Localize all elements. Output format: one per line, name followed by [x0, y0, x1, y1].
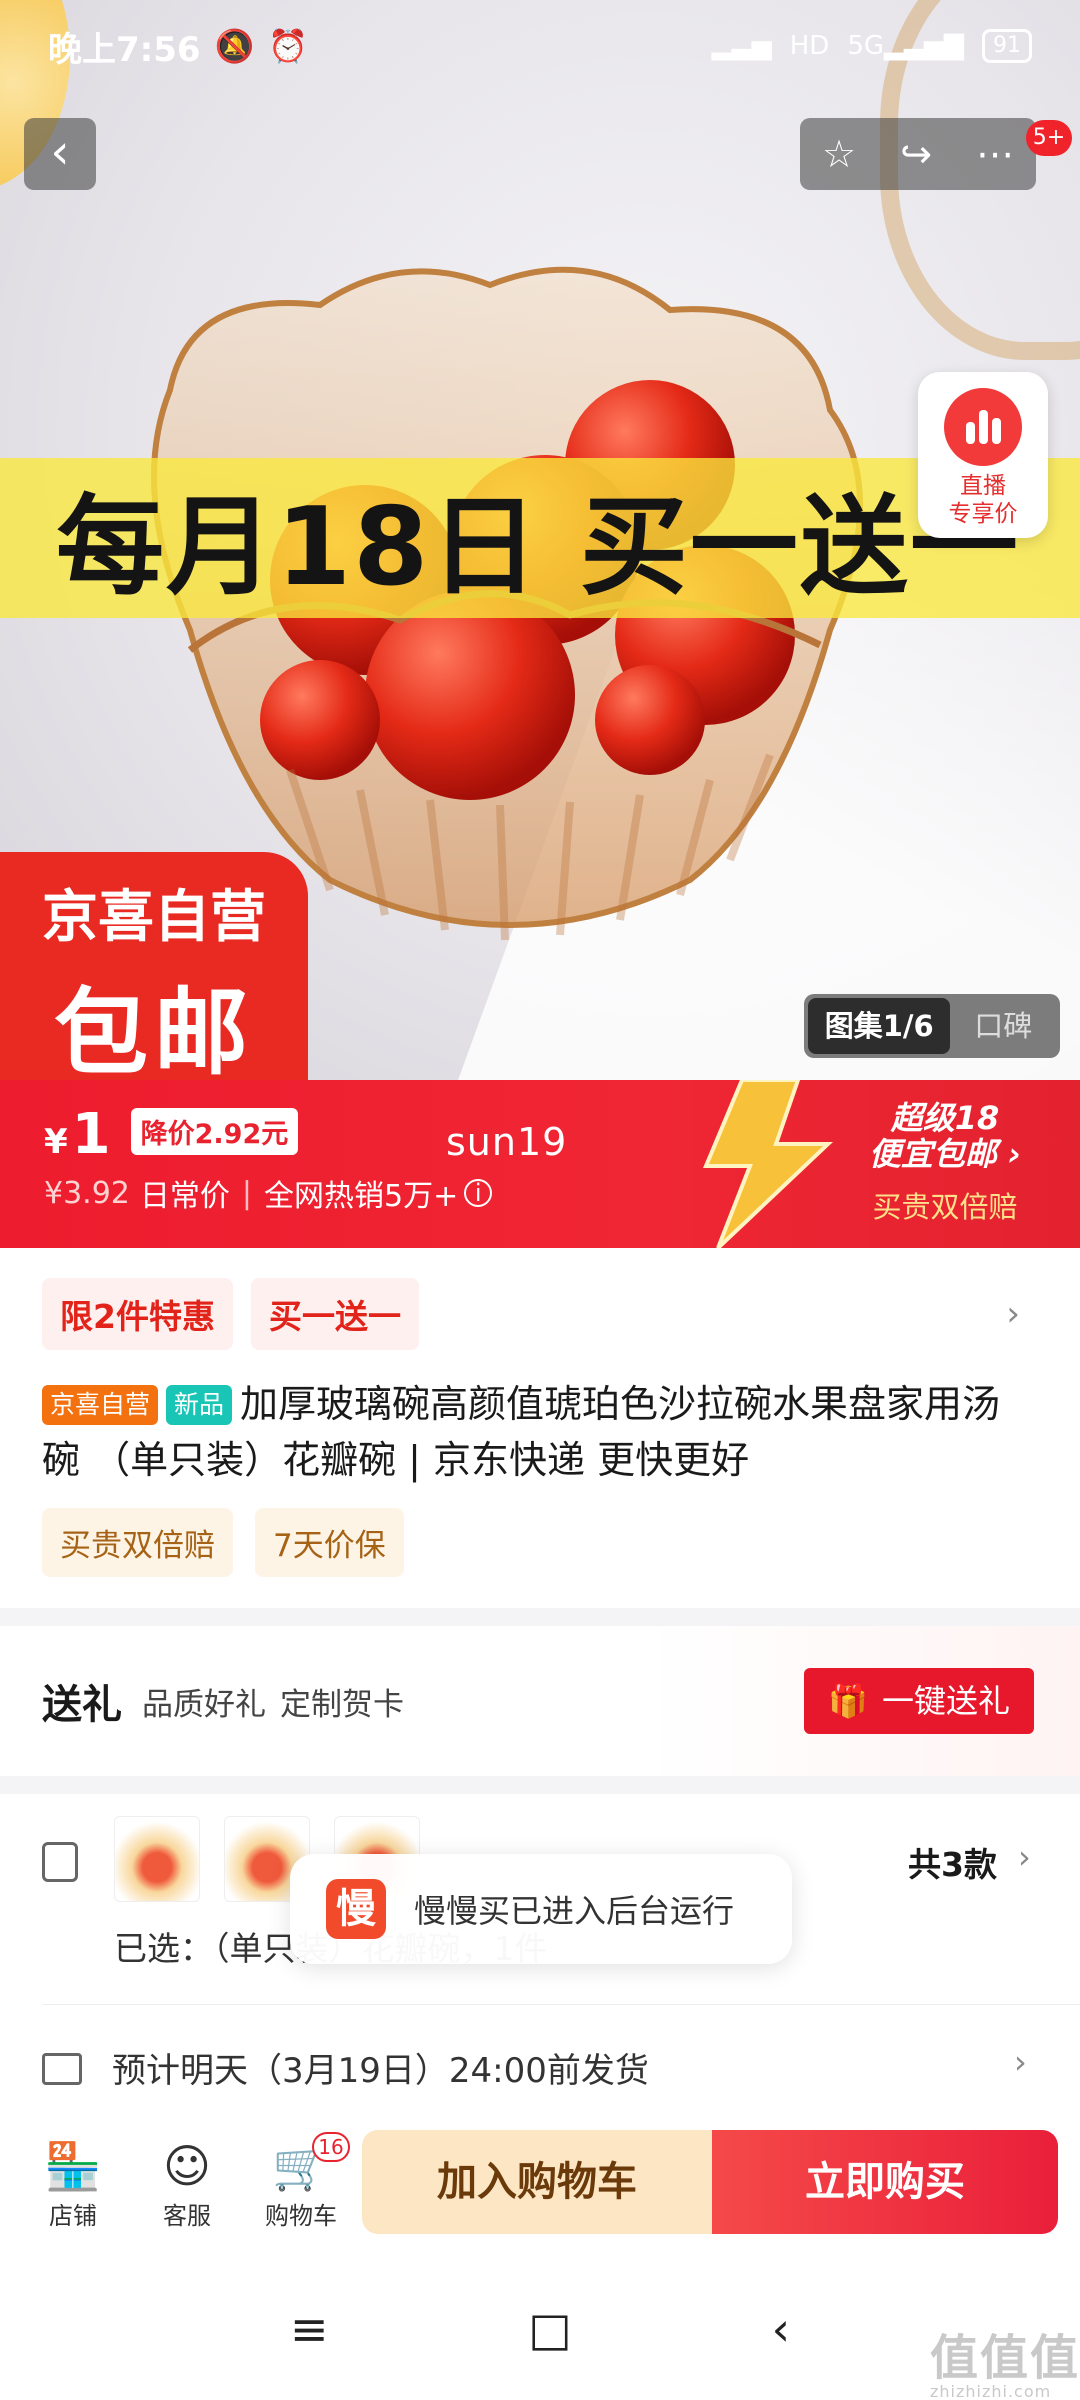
store-label: 店铺: [49, 2201, 97, 2230]
gift-icon: 🎁: [828, 1682, 868, 1720]
store-button[interactable]: 🏪 店铺: [18, 2136, 128, 2231]
gift-subtitle-quality: 品质好礼: [142, 1686, 266, 1723]
product-title: 京喜自营 新品 加厚玻璃碗高颜值琥珀色沙拉碗水果盘家用汤碗 （单只装）花瓣碗 | 京…: [42, 1376, 1038, 1488]
promo-banner-text: 每月18日 买一送一: [56, 485, 1020, 610]
site-watermark: 值值值 zhizhizhi.com: [930, 2318, 1080, 2400]
cart-count-badge: 16: [312, 2131, 350, 2162]
live-chart-icon: [944, 388, 1022, 466]
chevron-right-icon[interactable]: ›: [1018, 1838, 1031, 1876]
top-actions: ☆ ↪ ⋯: [800, 118, 1036, 190]
service-tag-double-comp[interactable]: 买贵双倍赔: [42, 1508, 233, 1577]
lightning-bolt-icon: [702, 1080, 834, 1248]
cart-label: 购物车: [265, 2201, 337, 2230]
daily-price-label: 日常价: [139, 1179, 230, 1214]
jx-selfrun-badge: 京喜自营 包邮: [0, 852, 308, 1080]
jx-badge-title: 京喜自营: [42, 885, 266, 950]
tab-reviews[interactable]: 口碑: [950, 998, 1056, 1054]
add-to-cart-button[interactable]: 加入购物车: [362, 2130, 712, 2234]
battery-icon: 91: [982, 29, 1032, 63]
arrow-right-icon: ›: [1007, 1135, 1022, 1173]
currency-symbol: ¥: [44, 1122, 68, 1162]
service-tag-price-protect[interactable]: 7天价保: [255, 1508, 404, 1577]
spec-thumbnail[interactable]: [114, 1816, 200, 1902]
signal-icon: ▂▃▅: [711, 31, 772, 61]
manmanmai-logo-icon: 慢: [326, 1879, 386, 1939]
share-icon[interactable]: ↪: [900, 132, 932, 176]
live-label: 直播: [960, 473, 1006, 499]
buy-now-button[interactable]: 立即购买: [712, 2130, 1058, 2234]
free-shipping-label: 包邮: [53, 979, 254, 1080]
toast-message: 慢慢买已进入后台运行: [414, 1892, 735, 1930]
service-tags: 买贵双倍赔 7天价保: [42, 1508, 1038, 1577]
info-icon[interactable]: i: [464, 1179, 493, 1207]
gift-title: 送礼: [42, 1682, 122, 1728]
menu-icon[interactable]: ≡: [290, 2302, 329, 2356]
back-nav-icon[interactable]: ‹: [772, 2302, 790, 2356]
customer-service-button[interactable]: ☺ 客服: [132, 2136, 242, 2231]
back-button[interactable]: ‹: [24, 118, 96, 190]
price-drop-tag: 降价2.92元: [130, 1108, 299, 1155]
tab-gallery[interactable]: 图集1/6: [808, 998, 951, 1054]
promo-tags[interactable]: 限2件特惠 买一送一 ›: [42, 1278, 1038, 1350]
bottom-action-bar: 🏪 店铺 ☺ 客服 🛒 16 购物车 加入购物车 立即购买: [0, 2108, 1080, 2258]
super18-promo[interactable]: 超级18 便宜包邮 › 买贵双倍赔: [820, 1100, 1070, 1226]
network-type: 5G: [847, 31, 885, 61]
new-product-tag: 新品: [166, 1385, 233, 1425]
sales-count: 全网热销5万+: [264, 1179, 459, 1214]
store-icon: 🏪: [44, 2138, 102, 2193]
5g-signal-icon: 5G▂▃▅▇: [847, 31, 964, 61]
status-bar: 晚上7:56 🔕 ⏰ ▂▃▅ HD 5G▂▃▅▇ 91: [0, 0, 1080, 92]
hd-icon: HD: [789, 31, 830, 61]
back-icon: ‹: [50, 124, 70, 180]
alarm-icon: ⏰: [268, 27, 309, 65]
promo-tag-limit[interactable]: 限2件特惠: [42, 1278, 233, 1350]
super18-subtitle: 便宜包邮: [868, 1135, 997, 1173]
shipping-estimate: 预计明天（3月19日）24:00前发货: [112, 2051, 649, 2091]
promo-tag-bogo[interactable]: 买一送一: [250, 1278, 419, 1350]
self-run-tag: 京喜自营: [42, 1385, 159, 1425]
clock: 晚上7:56: [48, 29, 201, 70]
home-icon[interactable]: □: [528, 2302, 571, 2356]
customer-service-icon: ☺: [163, 2138, 211, 2193]
watermark-text: 值值值: [930, 2330, 1080, 2386]
gift-button-label: 一键送礼: [881, 1682, 1010, 1720]
favorite-star-icon[interactable]: ☆: [822, 132, 856, 176]
gift-subtitle-card: 定制贺卡: [280, 1686, 404, 1723]
gallery-tabs: 图集1/6 口碑: [804, 994, 1060, 1058]
user-watermark: sun19: [446, 1120, 568, 1164]
old-price: ¥3.92: [44, 1175, 130, 1211]
product-info: 限2件特惠 买一送一 › 京喜自营 新品 加厚玻璃碗高颜值琥珀色沙拉碗水果盘家用汤碗…: [0, 1248, 1080, 1600]
current-price: 1: [71, 1102, 111, 1167]
double-compensation-label: 买贵双倍赔: [872, 1190, 1018, 1224]
delivery-truck-icon: [42, 2053, 82, 2085]
mute-icon: 🔕: [214, 27, 255, 65]
message-badge: 5+: [1026, 120, 1072, 156]
service-label: 客服: [163, 2201, 211, 2230]
cart-button[interactable]: 🛒 16 购物车: [246, 2131, 356, 2231]
super18-title: 超级18: [890, 1099, 1000, 1137]
gift-section: 送礼 品质好礼 定制贺卡 🎁 一键送礼: [0, 1626, 1080, 1776]
section-divider: [0, 1776, 1080, 1794]
shipping-row[interactable]: 预计明天（3月19日）24:00前发货 ›: [42, 2004, 1080, 2124]
exclusive-price-label: 专享价: [948, 501, 1018, 527]
live-price-card[interactable]: 直播 专享价: [918, 372, 1048, 538]
one-click-gift-button[interactable]: 🎁 一键送礼: [804, 1668, 1034, 1734]
section-divider: [0, 1608, 1080, 1626]
spec-count: 共3款: [908, 1845, 997, 1884]
chevron-right-icon[interactable]: ›: [1006, 1294, 1020, 1334]
price-separator: |: [241, 1175, 252, 1211]
price-bar: ¥ 1 降价2.92元 ¥3.92 日常价 | 全网热销5万+ i sun19 …: [0, 1080, 1080, 1248]
chevron-right-icon[interactable]: ›: [1014, 2043, 1027, 2081]
system-navigation-bar: ≡ □ ‹: [0, 2258, 1080, 2400]
more-icon[interactable]: ⋯: [976, 132, 1014, 176]
background-running-toast: 慢 慢慢买已进入后台运行: [290, 1854, 792, 1964]
spec-icon: [42, 1842, 78, 1882]
